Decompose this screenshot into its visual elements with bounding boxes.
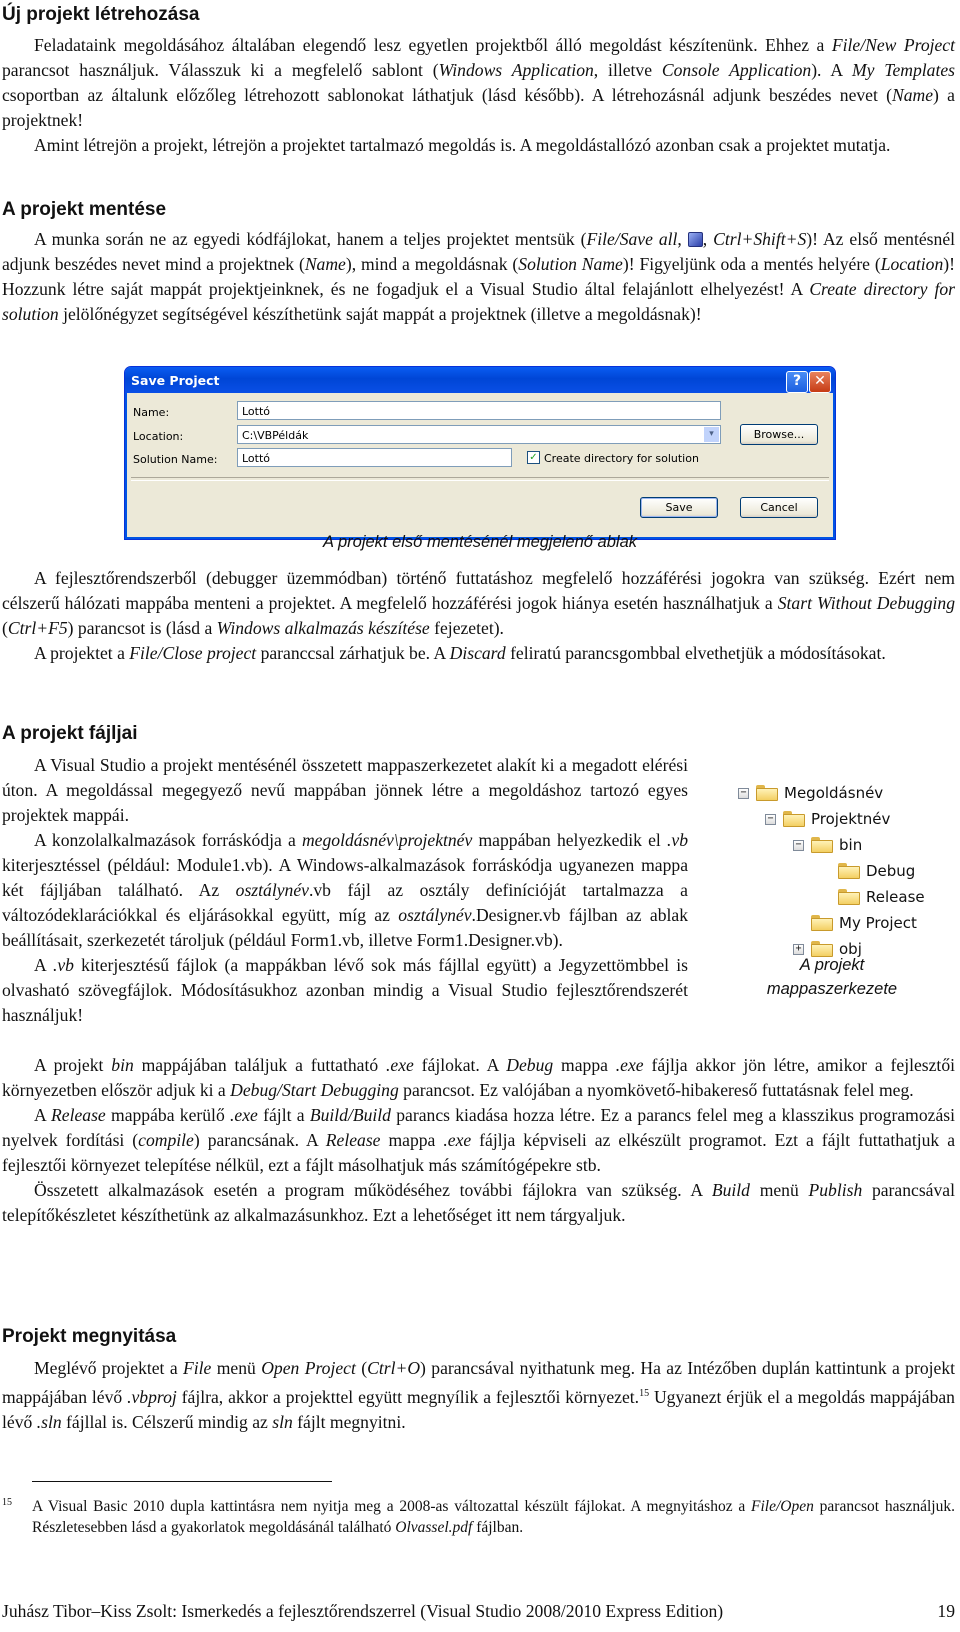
folder-icon xyxy=(756,785,778,801)
footnote-ref[interactable]: 15 xyxy=(639,1388,649,1399)
heading-new-project: Új projekt létrehozása xyxy=(2,4,200,25)
folder-icon xyxy=(838,889,860,905)
new-project-body: Feladataink megoldásához általában elege… xyxy=(2,33,955,158)
project-files-body: A Visual Studio a projekt mentésénél öss… xyxy=(2,753,688,1028)
save-all-icon xyxy=(687,232,703,247)
save-project-body: A munka során ne az egyedi kódfájlokat, … xyxy=(2,227,955,327)
folder-icon xyxy=(838,863,860,879)
tree-node-my-project[interactable]: My Project xyxy=(811,911,917,935)
location-value: C:\VBPéldák xyxy=(242,429,309,442)
dialog-title-bar[interactable]: Save Project xyxy=(125,367,835,393)
page-footer: Juhász Tibor–Kiss Zsolt: Ismerkedés a fe… xyxy=(2,1601,955,1622)
footnote-divider xyxy=(32,1481,332,1482)
paragraph: A .vb kiterjesztésű fájlok (a mappákban … xyxy=(2,955,688,1025)
footnote-number: 15 xyxy=(2,1497,12,1508)
paragraph: A fejlesztőrendszerből (debugger üzemmód… xyxy=(2,568,955,638)
paragraph: Feladataink megoldásához általában elege… xyxy=(2,35,956,130)
save-button[interactable]: Save xyxy=(640,497,718,518)
help-button[interactable]: ? xyxy=(786,371,808,393)
tree-caption: A projekt mappaszerkezete xyxy=(766,956,898,998)
name-label: Name: xyxy=(133,406,170,419)
browse-button[interactable]: Browse... xyxy=(740,424,818,445)
paragraph: A projekt bin mappájában találjuk a futt… xyxy=(2,1055,956,1100)
page-number: 19 xyxy=(937,1601,955,1621)
paragraph: A konzolalkalmazások forráskódja a megol… xyxy=(2,830,688,950)
folder-icon xyxy=(811,837,833,853)
collapse-icon[interactable]: − xyxy=(738,787,749,799)
folder-icon xyxy=(783,811,805,827)
solution-name-field[interactable]: Lottó xyxy=(237,448,512,467)
name-field[interactable]: Lottó xyxy=(237,401,721,420)
footnote: 15 A Visual Basic 2010 dupla kattintásra… xyxy=(2,1496,955,1538)
heading-project-files: A projekt fájljai xyxy=(2,723,138,744)
location-combo[interactable]: C:\VBPéldák ▾ xyxy=(237,425,721,444)
create-directory-label[interactable]: Create directory for solution xyxy=(544,452,699,465)
folder-icon xyxy=(811,915,833,931)
heading-save-project: A projekt mentése xyxy=(2,199,167,220)
dialog-caption: A projekt első mentésénél megjelenő abla… xyxy=(323,533,637,551)
tree-node-debug[interactable]: Debug xyxy=(838,859,915,883)
open-project-body: Meglévő projektet a File menü Open Proje… xyxy=(2,1356,955,1435)
footnote-text: A Visual Basic 2010 dupla kattintásra ne… xyxy=(32,1498,955,1536)
heading-open-project: Projekt megnyitása xyxy=(2,1326,177,1347)
paragraph: Összetett alkalmazások esetén a program … xyxy=(2,1180,955,1225)
save-project-body-2: A fejlesztőrendszerből (debugger üzemmód… xyxy=(2,566,955,666)
paragraph: A munka során ne az egyedi kódfájlokat, … xyxy=(2,229,956,324)
tree-node-projektnev[interactable]: − Projektnév xyxy=(765,807,890,831)
close-button[interactable]: ✕ xyxy=(809,371,831,393)
chevron-down-icon[interactable]: ▾ xyxy=(704,427,719,442)
location-label: Location: xyxy=(133,430,184,443)
project-files-body-2: A projekt bin mappájában találjuk a futt… xyxy=(2,1053,955,1228)
collapse-icon[interactable]: − xyxy=(793,839,804,851)
dialog-title: Save Project xyxy=(131,372,220,388)
tree-node-release[interactable]: Release xyxy=(838,885,925,909)
create-directory-checkbox[interactable]: ✓ xyxy=(527,451,540,464)
save-project-dialog: Save Project ? ✕ Name: Lottó Location: C… xyxy=(124,366,836,540)
cancel-button[interactable]: Cancel xyxy=(740,497,818,518)
divider xyxy=(131,477,829,481)
collapse-icon[interactable]: − xyxy=(765,813,776,825)
solution-name-label: Solution Name: xyxy=(133,453,218,466)
paragraph: A projektet a File/Close project parancc… xyxy=(34,643,886,663)
paragraph: A Release mappába kerülő .exe fájlt a Bu… xyxy=(2,1105,956,1175)
paragraph: A Visual Studio a projekt mentésénél öss… xyxy=(2,755,688,825)
tree-node-bin[interactable]: − bin xyxy=(793,833,862,857)
tree-node-megoldasnev[interactable]: − Megoldásnév xyxy=(738,781,883,805)
paragraph: Meglévő projektet a File menü Open Proje… xyxy=(2,1358,956,1432)
footer-text: Juhász Tibor–Kiss Zsolt: Ismerkedés a fe… xyxy=(2,1601,724,1621)
paragraph: Amint létrejön a projekt, létrejön a pro… xyxy=(34,135,891,155)
